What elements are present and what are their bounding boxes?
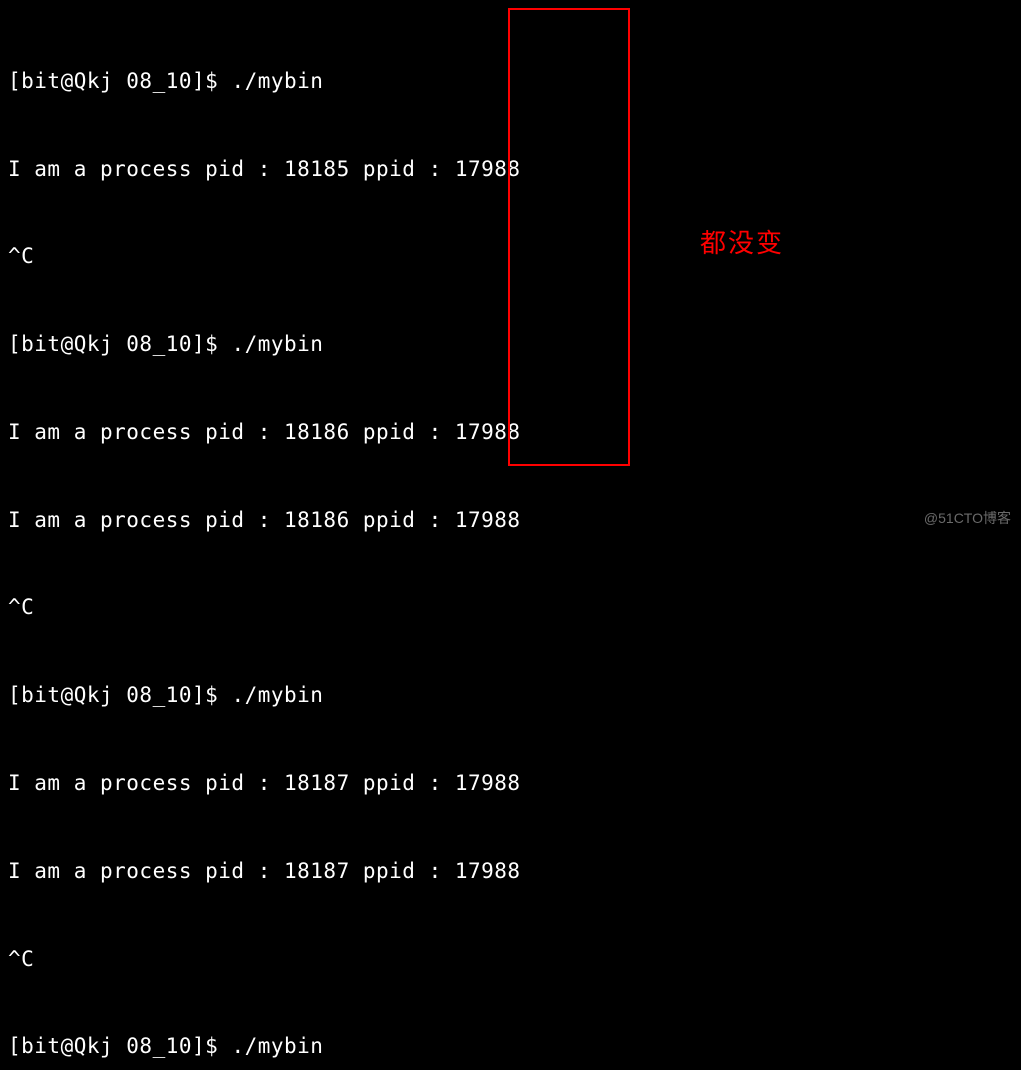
prompt-line: [bit@Qkj 08_10]$ ./mybin bbox=[8, 67, 1013, 96]
command-text: ./mybin bbox=[231, 683, 323, 707]
terminal-output[interactable]: [bit@Qkj 08_10]$ ./mybin I am a process … bbox=[0, 0, 1021, 1070]
shell-prompt: [bit@Qkj 08_10]$ bbox=[8, 1034, 231, 1058]
prompt-line: [bit@Qkj 08_10]$ ./mybin bbox=[8, 330, 1013, 359]
command-text: ./mybin bbox=[231, 69, 323, 93]
output-line: I am a process pid : 18187 ppid : 17988 bbox=[8, 857, 1013, 886]
shell-prompt: [bit@Qkj 08_10]$ bbox=[8, 332, 231, 356]
prompt-line: [bit@Qkj 08_10]$ ./mybin bbox=[8, 681, 1013, 710]
prompt-line: [bit@Qkj 08_10]$ ./mybin bbox=[8, 1032, 1013, 1061]
output-line: I am a process pid : 18187 ppid : 17988 bbox=[8, 769, 1013, 798]
output-line: I am a process pid : 18186 ppid : 17988 bbox=[8, 506, 1013, 535]
output-line: I am a process pid : 18186 ppid : 17988 bbox=[8, 418, 1013, 447]
interrupt-line: ^C bbox=[8, 945, 1013, 974]
command-text: ./mybin bbox=[231, 332, 323, 356]
interrupt-line: ^C bbox=[8, 593, 1013, 622]
command-text: ./mybin bbox=[231, 1034, 323, 1058]
annotation-text: 都没变 bbox=[700, 225, 784, 261]
shell-prompt: [bit@Qkj 08_10]$ bbox=[8, 683, 231, 707]
interrupt-line: ^C bbox=[8, 242, 1013, 271]
shell-prompt: [bit@Qkj 08_10]$ bbox=[8, 69, 231, 93]
output-line: I am a process pid : 18185 ppid : 17988 bbox=[8, 155, 1013, 184]
watermark-text: @51CTO博客 bbox=[924, 509, 1011, 529]
